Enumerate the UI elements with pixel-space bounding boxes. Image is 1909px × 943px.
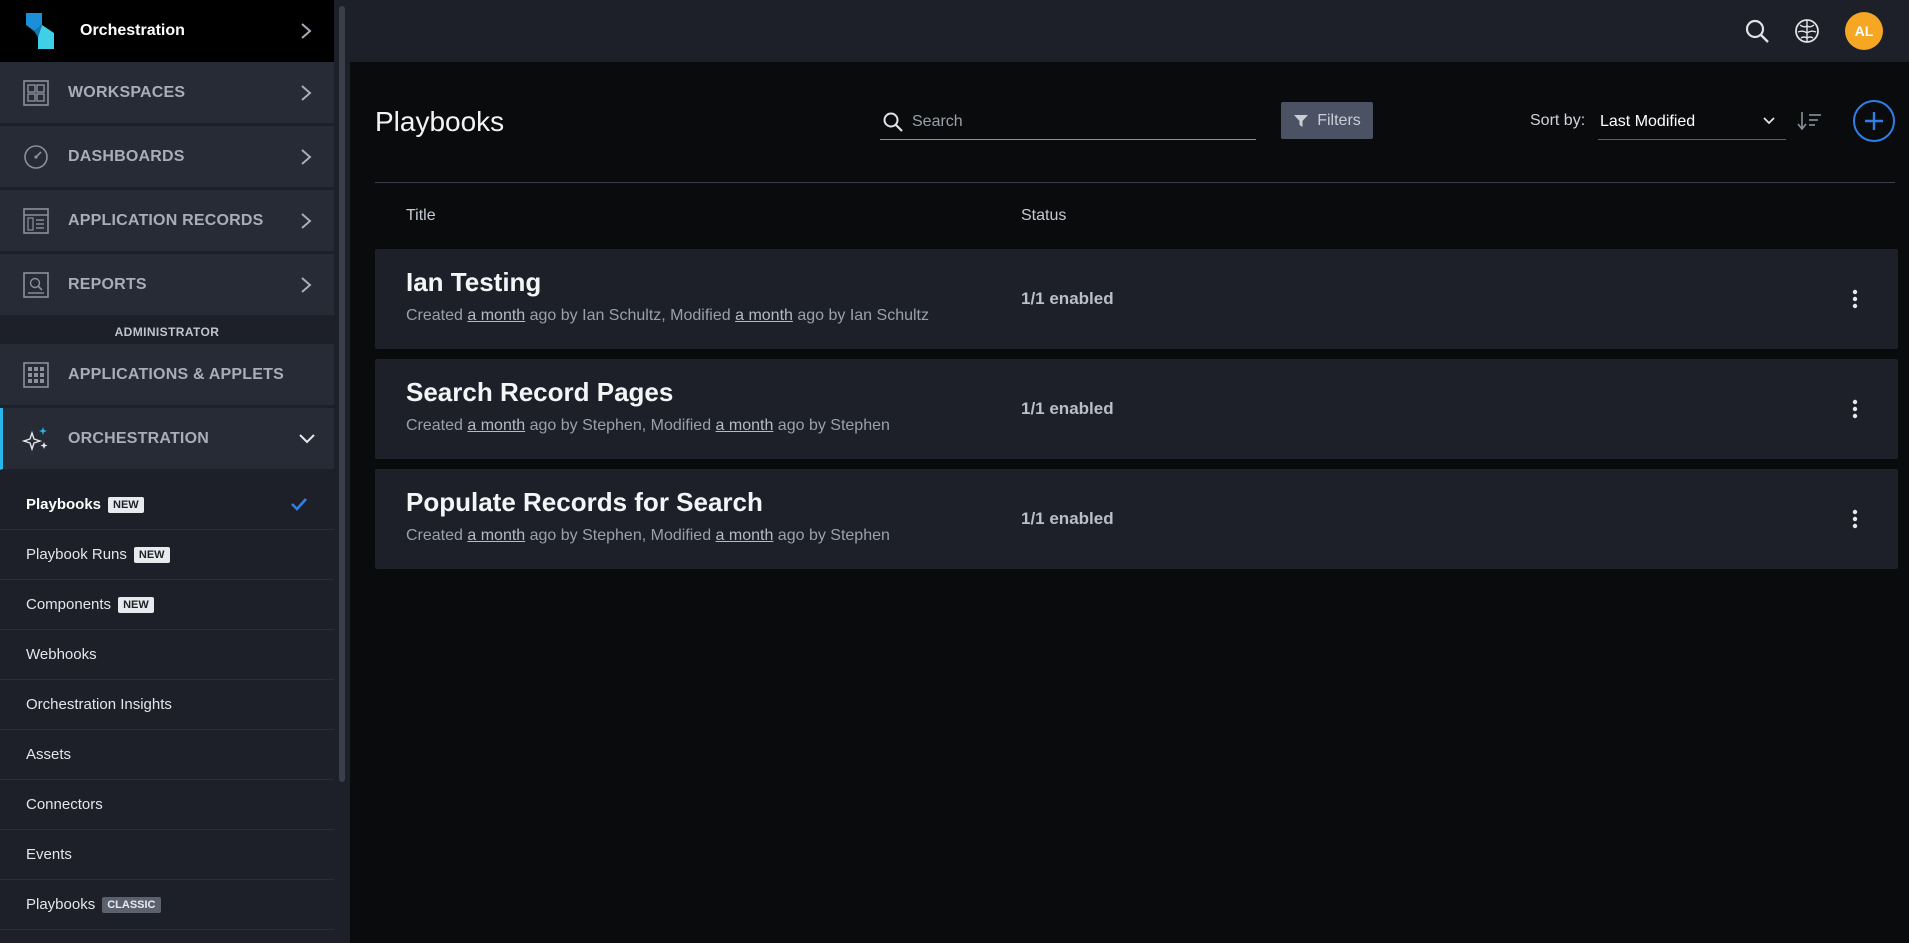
nav-item-label: APPLICATION RECORDS	[68, 211, 264, 229]
playbook-meta: Created a month ago by Stephen, Modified…	[406, 417, 890, 434]
sort-by-label: Sort by:	[1530, 112, 1586, 129]
nav-item-label: DASHBOARDS	[68, 147, 185, 165]
add-playbook-button[interactable]	[1853, 100, 1895, 142]
sidebar-item-playbooks-classic[interactable]: Playbooks CLASSIC	[0, 880, 334, 930]
new-badge: NEW	[118, 596, 154, 613]
sort-select-value: Last Modified	[1600, 112, 1696, 130]
kebab-menu-icon[interactable]	[1843, 283, 1867, 315]
chevron-right-icon	[301, 23, 312, 39]
sidebar-scrollbar-thumb[interactable]	[339, 6, 345, 782]
sub-item-label: Components	[26, 596, 112, 613]
sub-item-label: Playbooks	[26, 896, 96, 913]
search-input[interactable]: Search	[880, 104, 1256, 140]
nav-item-applications-applets[interactable]: APPLICATIONS & APPLETS	[0, 344, 334, 406]
nav-item-reports[interactable]: REPORTS	[0, 254, 334, 316]
records-icon	[22, 207, 50, 235]
top-bar	[350, 0, 1909, 62]
playbook-title[interactable]: Ian Testing	[406, 267, 541, 298]
nav-item-orchestration[interactable]: ORCHESTRATION	[0, 408, 334, 470]
admin-section-header: ADMINISTRATOR	[0, 320, 334, 344]
modified-time-link[interactable]: a month	[716, 527, 774, 544]
new-badge: NEW	[108, 496, 144, 513]
column-header-status[interactable]: Status	[1021, 207, 1066, 225]
sidebar-item-playbooks[interactable]: Playbooks NEW	[0, 480, 334, 530]
plus-icon	[1865, 112, 1883, 130]
chevron-down-icon	[1763, 117, 1775, 125]
sub-item-label: Connectors	[26, 796, 103, 813]
sub-item-label: Orchestration Insights	[26, 696, 172, 713]
sub-item-label: Webhooks	[26, 646, 97, 663]
chevron-right-icon	[301, 213, 312, 229]
sidebar: Orchestration WORKSPACES DASHBOARDS APPL…	[0, 0, 350, 943]
avatar[interactable]: AL	[1845, 12, 1883, 50]
classic-badge: CLASSIC	[102, 896, 161, 913]
checkmark-icon	[291, 498, 307, 511]
sidebar-item-events[interactable]: Events	[0, 830, 334, 880]
nav-item-application-records[interactable]: APPLICATION RECORDS	[0, 190, 334, 252]
sub-item-label: Playbook Runs	[26, 546, 127, 563]
sub-item-label: Assets	[26, 746, 72, 763]
playbook-status: 1/1 enabled	[1021, 399, 1114, 418]
kebab-menu-icon[interactable]	[1843, 393, 1867, 425]
new-badge: NEW	[133, 546, 170, 563]
playbook-status: 1/1 enabled	[1021, 509, 1114, 528]
filters-label: Filters	[1317, 111, 1361, 129]
modified-time-link[interactable]: a month	[735, 307, 793, 324]
chevron-down-icon	[299, 434, 315, 444]
table-row[interactable]: Populate Records for Search Created a mo…	[375, 469, 1898, 569]
playbook-status: 1/1 enabled	[1021, 289, 1114, 308]
modified-time-link[interactable]: a month	[716, 417, 774, 434]
sidebar-item-webhooks[interactable]: Webhooks	[0, 630, 334, 680]
created-time-link[interactable]: a month	[467, 417, 525, 434]
created-time-link[interactable]: a month	[467, 307, 525, 324]
sidebar-item-connectors[interactable]: Connectors	[0, 780, 334, 830]
filters-button[interactable]: Filters	[1281, 102, 1373, 139]
sidebar-item-playbook-runs[interactable]: Playbook Runs NEW	[0, 530, 334, 580]
workspaces-icon	[22, 79, 50, 107]
nav-item-label: REPORTS	[68, 275, 147, 293]
playbook-meta: Created a month ago by Ian Schultz, Modi…	[406, 307, 929, 324]
filter-funnel-icon	[1294, 114, 1309, 127]
sub-item-label: Events	[26, 846, 72, 863]
sidebar-item-orchestration-insights[interactable]: Orchestration Insights	[0, 680, 334, 730]
app-logo-icon	[26, 13, 54, 49]
sort-direction-icon[interactable]	[1797, 110, 1823, 137]
nav-item-label: APPLICATIONS & APPLETS	[68, 365, 284, 383]
playbook-title[interactable]: Populate Records for Search	[406, 487, 763, 518]
nav-item-dashboards[interactable]: DASHBOARDS	[0, 126, 334, 188]
playbook-title[interactable]: Search Record Pages	[406, 377, 673, 408]
global-search-icon[interactable]	[1741, 15, 1773, 47]
sparkle-icon	[22, 425, 50, 453]
sidebar-item-assets[interactable]: Assets	[0, 730, 334, 780]
kebab-menu-icon[interactable]	[1843, 503, 1867, 535]
sub-item-label: Playbooks	[26, 496, 102, 513]
header-divider	[375, 182, 1895, 183]
created-time-link[interactable]: a month	[467, 527, 525, 544]
chevron-right-icon	[301, 277, 312, 293]
page-title: Playbooks	[375, 106, 505, 137]
search-icon	[883, 112, 903, 132]
sort-select[interactable]: Last Modified	[1598, 104, 1786, 140]
column-header-title[interactable]: Title	[406, 207, 436, 225]
reports-icon	[22, 271, 50, 299]
nav-item-label: WORKSPACES	[68, 83, 186, 101]
ai-brain-icon[interactable]	[1791, 15, 1823, 47]
chevron-right-icon	[301, 85, 312, 101]
sidebar-item-components[interactable]: Components NEW	[0, 580, 334, 630]
dashboard-gauge-icon	[22, 143, 50, 171]
brand-name: Orchestration	[80, 22, 185, 39]
table-row[interactable]: Ian Testing Created a month ago by Ian S…	[375, 249, 1898, 349]
search-placeholder: Search	[912, 112, 963, 130]
table-row[interactable]: Search Record Pages Created a month ago …	[375, 359, 1898, 459]
nav-item-workspaces[interactable]: WORKSPACES	[0, 62, 334, 124]
applications-grid-icon	[22, 361, 50, 389]
brand-header[interactable]: Orchestration	[0, 0, 334, 62]
nav-item-label: ORCHESTRATION	[68, 429, 209, 447]
playbook-meta: Created a month ago by Stephen, Modified…	[406, 527, 890, 544]
chevron-right-icon	[301, 149, 312, 165]
